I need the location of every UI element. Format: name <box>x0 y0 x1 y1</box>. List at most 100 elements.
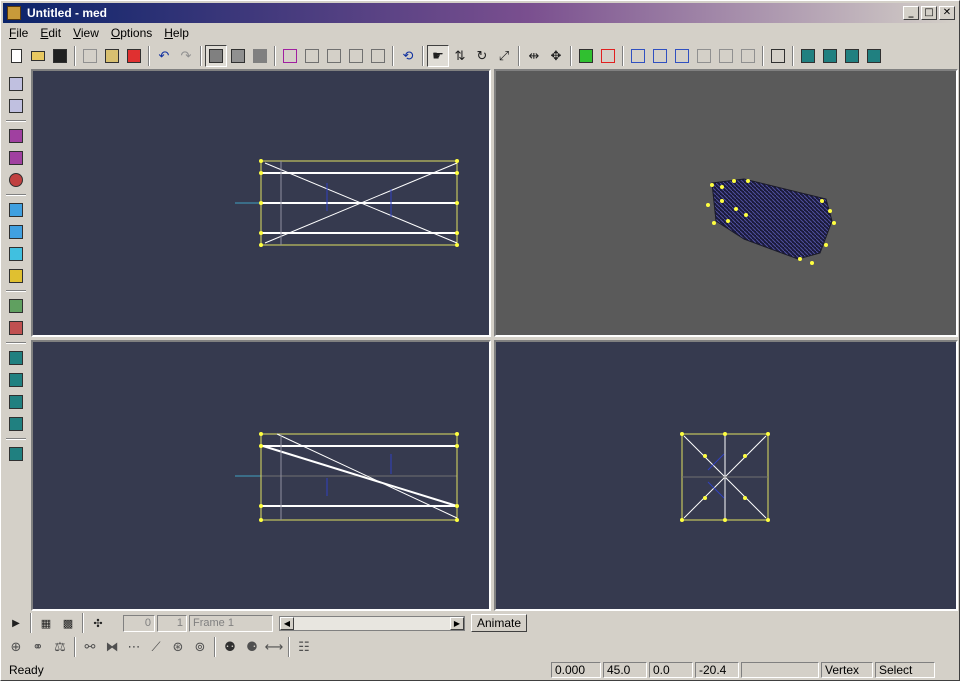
select-all-button[interactable] <box>279 45 301 67</box>
cylinder-primitive-button[interactable] <box>841 45 863 67</box>
line-tool-button[interactable]: ⋯ <box>123 636 145 658</box>
copy-button[interactable] <box>79 45 101 67</box>
layout-top-button[interactable] <box>5 347 27 369</box>
open-file-button[interactable] <box>27 45 49 67</box>
menu-file[interactable]: File <box>3 26 34 40</box>
end-frame-field[interactable]: 1 <box>157 614 187 632</box>
vertex-select-button[interactable] <box>5 73 27 95</box>
weld-icon <box>675 49 689 63</box>
joint-link-button[interactable]: ⚭ <box>27 636 49 658</box>
scale-tool-button[interactable]: ⤢ <box>493 45 515 67</box>
close-button[interactable]: ✕ <box>939 6 955 20</box>
save-button[interactable] <box>49 45 71 67</box>
attach-button[interactable]: ⚉ <box>219 636 241 658</box>
start-frame-field[interactable]: 0 <box>123 614 155 632</box>
viewport-front[interactable] <box>31 340 491 611</box>
animate-button[interactable]: Animate <box>471 614 527 632</box>
animation-settings-button[interactable]: ✣ <box>87 612 109 634</box>
render-smooth-button[interactable] <box>249 45 271 67</box>
joint-weight-button[interactable]: ⚖ <box>49 636 71 658</box>
menu-help[interactable]: Help <box>158 26 195 40</box>
link-icon: ⚭ <box>32 639 44 655</box>
properties-button[interactable]: ☷ <box>293 636 315 658</box>
bone-tool-button[interactable]: ⚯ <box>79 636 101 658</box>
paste-button[interactable] <box>101 45 123 67</box>
maximize-button[interactable]: □ <box>921 6 937 20</box>
viewport-3d-canvas <box>706 178 836 265</box>
layout-quad-button[interactable] <box>5 443 27 465</box>
menu-options[interactable]: Options <box>105 26 158 40</box>
snap-button[interactable] <box>693 45 715 67</box>
pan-button[interactable]: ✥ <box>545 45 567 67</box>
render-flat-button[interactable] <box>227 45 249 67</box>
new-file-button[interactable] <box>5 45 27 67</box>
cube-primitive-button[interactable] <box>797 45 819 67</box>
toolbar-separator <box>518 46 520 66</box>
delete-button[interactable] <box>123 45 145 67</box>
smooth-group-button[interactable] <box>767 45 789 67</box>
group-tool-button[interactable]: ⊛ <box>167 636 189 658</box>
frame-slider[interactable]: ◀ ▶ <box>279 615 465 631</box>
joint-select-button[interactable]: ⊕ <box>5 636 27 658</box>
redo-button[interactable]: ↷ <box>175 45 197 67</box>
sphere-primitive-button[interactable] <box>819 45 841 67</box>
render-wireframe-button[interactable] <box>205 45 227 67</box>
subdivide-button[interactable] <box>737 45 759 67</box>
layout-top-icon <box>9 351 23 365</box>
menu-view[interactable]: View <box>67 26 105 40</box>
mirror-x-button[interactable] <box>627 45 649 67</box>
light-button[interactable] <box>5 265 27 287</box>
mirror-y-button[interactable] <box>649 45 671 67</box>
layout-3d-button[interactable] <box>5 413 27 435</box>
material-button[interactable] <box>5 317 27 339</box>
joint-button[interactable] <box>5 221 27 243</box>
undo-button[interactable]: ↶ <box>153 45 175 67</box>
select-tool-button[interactable]: ☛ <box>427 45 449 67</box>
disk-primitive-button[interactable] <box>863 45 885 67</box>
triangle-icon <box>9 151 23 165</box>
add-vertex-button[interactable] <box>575 45 597 67</box>
viewport-3d[interactable] <box>494 69 958 337</box>
slider-left-arrow[interactable]: ◀ <box>280 616 294 630</box>
box-button[interactable] <box>5 125 27 147</box>
select-invert-button[interactable] <box>323 45 345 67</box>
left-toolbar <box>5 73 29 609</box>
weld-button[interactable] <box>671 45 693 67</box>
rotate-view-button[interactable]: ⟲ <box>397 45 419 67</box>
scale-icon: ⤢ <box>498 48 510 64</box>
rotate-tool-button[interactable]: ↻ <box>471 45 493 67</box>
add-face-button[interactable] <box>597 45 619 67</box>
keyframe-button[interactable]: ▦ <box>35 612 57 634</box>
line-icon: ⋯ <box>127 639 141 655</box>
rotate-tool-icon: ↻ <box>476 48 488 64</box>
layout-3d-icon <box>9 417 23 431</box>
slider-right-arrow[interactable]: ▶ <box>450 616 464 630</box>
layout-front-button[interactable] <box>5 369 27 391</box>
plane-button[interactable] <box>5 243 27 265</box>
hide-selection-button[interactable] <box>367 45 389 67</box>
diagonal-tool-button[interactable]: ⟋ <box>145 636 167 658</box>
flip-button[interactable]: ⇹ <box>523 45 545 67</box>
triangle-button[interactable] <box>5 147 27 169</box>
layout-side-button[interactable] <box>5 391 27 413</box>
menu-edit[interactable]: Edit <box>34 26 67 40</box>
select-connected-button[interactable] <box>345 45 367 67</box>
extrude-button[interactable] <box>715 45 737 67</box>
redo-icon: ↷ <box>180 48 192 64</box>
frames-button[interactable]: ▩ <box>57 612 79 634</box>
group-plus-button[interactable]: ⊚ <box>189 636 211 658</box>
range-button[interactable]: ⟷ <box>263 636 285 658</box>
select-none-button[interactable] <box>301 45 323 67</box>
minimize-button[interactable]: _ <box>903 6 919 20</box>
play-button[interactable]: ▶ <box>5 612 27 634</box>
move-tool-button[interactable]: ⇅ <box>449 45 471 67</box>
face-select-button[interactable] <box>5 95 27 117</box>
viewport-top[interactable] <box>31 69 491 337</box>
bone-button[interactable] <box>5 199 27 221</box>
detach-button[interactable]: ⚈ <box>241 636 263 658</box>
mirror-bone-button[interactable]: ⧓ <box>101 636 123 658</box>
viewport-side[interactable] <box>494 340 958 611</box>
group-button[interactable] <box>5 295 27 317</box>
face-icon <box>601 49 615 63</box>
sphere-button[interactable] <box>5 169 27 191</box>
